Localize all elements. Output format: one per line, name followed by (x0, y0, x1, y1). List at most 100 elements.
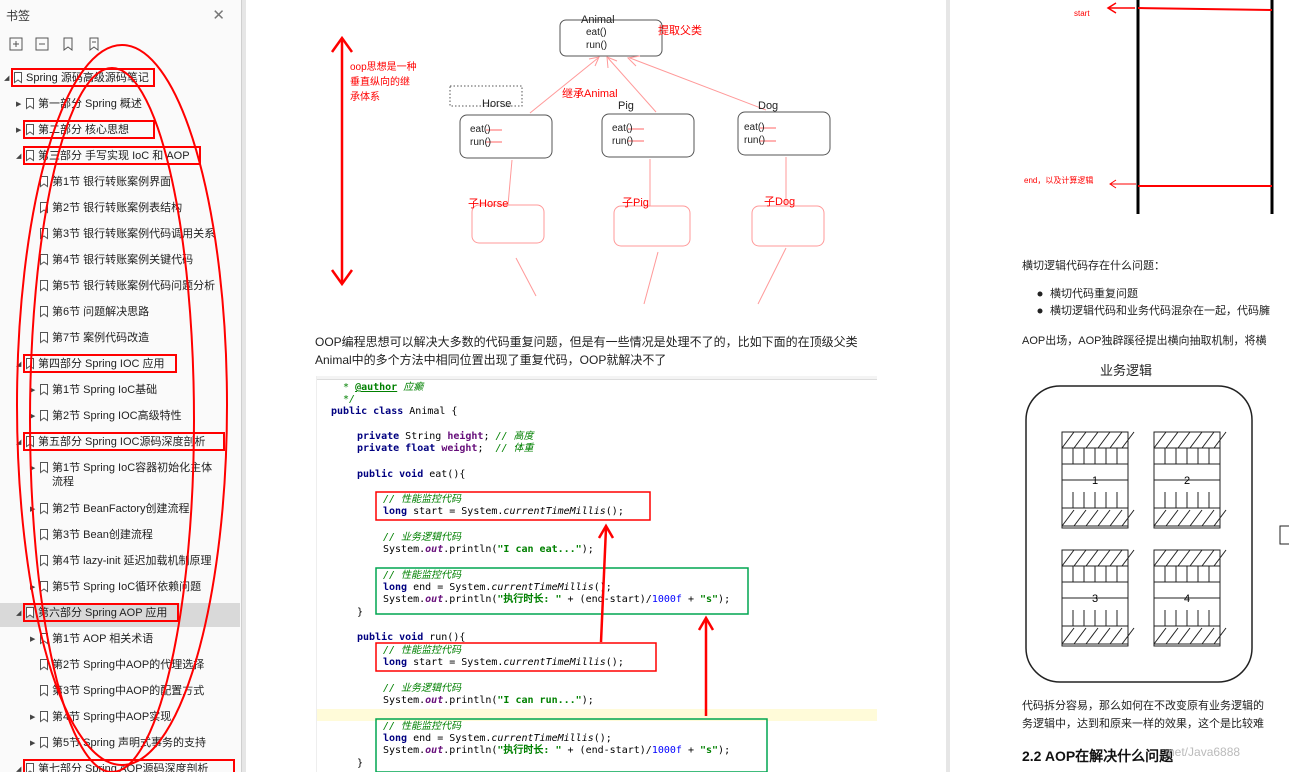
bookmark-item[interactable]: ▶ 第2节 BeanFactory创建流程 (0, 499, 240, 523)
bookmark-item[interactable]: ▶ 第4节 Spring中AOP实现 (0, 707, 240, 731)
bookmark-item[interactable]: ▶ 第1节 AOP 相关术语 (0, 629, 240, 653)
bookmark-item[interactable]: 第3节 Spring中AOP的配置方式 (0, 681, 240, 705)
bookmark-label: 第五部分 Spring IOC源码深度剖析 (38, 436, 206, 448)
aop-intro-text: AOP出场，AOP独辟蹊径提出横向抽取机制，将横 (1022, 335, 1267, 347)
bookmark-label: 第三部分 手写实现 IoC 和 AOP (38, 150, 190, 162)
bookmark-icon (14, 72, 22, 84)
bookmark-item[interactable]: ▶ 第1节 Spring IoC基础 (0, 380, 240, 404)
bookmark-icon (40, 176, 48, 188)
bookmark-icon (40, 462, 48, 474)
bookmark-item[interactable]: 第7节 案例代码改造 (0, 328, 240, 352)
bookmark-icon (26, 607, 34, 619)
bookmark-icon (40, 306, 48, 318)
expand-all-icon[interactable] (8, 36, 24, 52)
expanded-arrow-icon[interactable]: ◢ (4, 74, 9, 82)
expanded-arrow-icon[interactable]: ◢ (16, 609, 21, 617)
add-bookmark-icon[interactable] (60, 36, 76, 52)
expanded-arrow-icon[interactable]: ◢ (16, 152, 21, 160)
bookmark-item[interactable]: 第2节 银行转账案例表结构 (0, 198, 240, 222)
collapsed-arrow-icon[interactable]: ▶ (30, 739, 35, 747)
start-label: start (1074, 9, 1090, 18)
bookmark-item[interactable]: ◢ 第五部分 Spring IOC源码深度剖析 (0, 432, 240, 456)
bookmark-label: 第4节 银行转账案例关键代码 (52, 254, 194, 266)
collapsed-arrow-icon[interactable]: ▶ (30, 713, 35, 721)
business-logic-title: 业务逻辑 (1100, 363, 1153, 378)
bookmark-item[interactable]: 第1节 银行转账案例界面 (0, 172, 240, 196)
end-label: end，以及计算逻辑 (1024, 176, 1094, 185)
bookmark-item[interactable]: 第4节 银行转账案例关键代码 (0, 250, 240, 274)
bookmark-icon (40, 503, 48, 515)
paragraph-line: Animal中的多个方法中相同位置出现了重复代码，OOP就解决不了 (315, 353, 667, 367)
bookmarks-toolbar (0, 30, 241, 58)
bookmark-item[interactable]: 第3节 Bean创建流程 (0, 525, 240, 549)
bottom-text-line: 务逻辑中，达到和原来一样的效果，这个是比较难 (1022, 718, 1264, 730)
watermark: net/Java6888 (1168, 745, 1241, 759)
inherit-animal-label: 继承Animal (562, 88, 618, 100)
bookmark-icon (40, 529, 48, 541)
crosscut-diagram: 1 2 3 4 (1025, 0, 1289, 683)
bookmark-label: 第1节 AOP 相关术语 (52, 633, 154, 645)
bookmark-label: 第二部分 核心思想 (38, 124, 130, 136)
method-label: run() (586, 40, 608, 51)
sub-dog-label: 子Dog (764, 196, 796, 208)
collapsed-arrow-icon[interactable]: ▶ (30, 412, 35, 420)
paragraph-line: OOP编程思想可以解决大多数的代码重复问题，但是有一些情况是处理不了的，比如下面… (315, 335, 858, 349)
bookmark-item[interactable]: 第2节 Spring中AOP的代理选择 (0, 655, 240, 679)
bookmarks-title: 书签 (6, 8, 31, 23)
collapsed-arrow-icon[interactable]: ▶ (30, 386, 35, 394)
bookmark-icon (40, 685, 48, 697)
bookmark-icon (26, 436, 34, 448)
bookmark-label: 第3节 银行转账案例代码调用关系 (52, 228, 216, 240)
expanded-arrow-icon[interactable]: ◢ (16, 438, 21, 446)
collapsed-arrow-icon[interactable]: ▶ (16, 126, 21, 134)
collapsed-arrow-icon[interactable]: ▶ (30, 464, 35, 472)
bookmark-item[interactable]: ◢ 第六部分 Spring AOP 应用 (0, 603, 240, 627)
bookmark-label: 第5节 银行转账案例代码问题分析 (52, 280, 216, 292)
bookmark-label: 第1节 Spring IoC基础 (52, 384, 158, 396)
close-icon[interactable]: ✕ (212, 6, 225, 24)
dog-methods: eat() run() (744, 121, 765, 147)
bullet-item: 横切逻辑代码和业务代码混杂在一起，代码臃 (1050, 305, 1270, 317)
bookmark-label: 第3节 Bean创建流程 (52, 529, 153, 541)
bookmark-item[interactable]: 第4节 lazy-init 延迟加载机制原理 (0, 551, 240, 575)
bookmark-icon (26, 150, 34, 162)
question-text: 横切逻辑代码存在什么问题： (1022, 260, 1165, 272)
collapsed-arrow-icon[interactable]: ▶ (30, 505, 35, 513)
bookmark-icon (40, 384, 48, 396)
bookmark-label: 第5节 Spring IoC循环依赖问题 (52, 581, 202, 593)
bookmark-item[interactable]: ◢ 第三部分 手写实现 IoC 和 AOP (0, 146, 240, 170)
collapsed-arrow-icon[interactable]: ▶ (30, 583, 35, 591)
bookmark-label: 第4节 Spring中AOP实现 (52, 711, 172, 723)
bookmark-options-icon[interactable] (86, 36, 102, 52)
code-annotations (375, 491, 768, 772)
bookmark-item[interactable]: 第5节 银行转账案例代码问题分析 (0, 276, 240, 300)
bookmark-label: 第2节 银行转账案例表结构 (52, 202, 183, 214)
bookmark-label: 第3节 Spring中AOP的配置方式 (52, 685, 205, 697)
collapse-all-icon[interactable] (34, 36, 50, 52)
bookmark-item[interactable]: ◢ 第七部分 Spring AOP源码深度剖析 (0, 759, 240, 772)
bookmark-item[interactable]: ▶ 第5节 Spring 声明式事务的支持 (0, 733, 240, 757)
expanded-arrow-icon[interactable]: ◢ (16, 360, 21, 368)
collapsed-arrow-icon[interactable]: ▶ (16, 100, 21, 108)
dog-class-name: Dog (758, 100, 779, 112)
bookmark-item[interactable]: 第6节 问题解决思路 (0, 302, 240, 326)
bookmark-icon (26, 124, 34, 136)
bookmark-label: 第七部分 Spring AOP源码深度剖析 (38, 763, 209, 772)
bookmark-item[interactable]: ◢ Spring 源码高级源码笔记 (0, 68, 240, 92)
bookmark-label: Spring 源码高级源码笔记 (26, 72, 149, 84)
bookmark-item[interactable]: ◢ 第四部分 Spring IOC 应用 (0, 354, 240, 378)
block-number: 3 (1092, 593, 1098, 605)
bookmark-item[interactable]: ▶ 第一部分 Spring 概述 (0, 94, 240, 118)
bookmark-icon (40, 202, 48, 214)
bookmark-item[interactable]: ▶ 第1节 Spring IoC容器初始化主体流程 (0, 458, 240, 494)
bookmarks-header: 书签 ✕ (0, 0, 241, 30)
expanded-arrow-icon[interactable]: ◢ (16, 765, 21, 772)
method-label: eat() (612, 123, 633, 134)
bookmark-icon (40, 332, 48, 344)
bookmark-item[interactable]: ▶ 第2节 Spring IOC高级特性 (0, 406, 240, 430)
bookmark-item[interactable]: 第3节 银行转账案例代码调用关系 (0, 224, 240, 248)
bookmark-item[interactable]: ▶ 第二部分 核心思想 (0, 120, 240, 144)
bookmark-item[interactable]: ▶ 第5节 Spring IoC循环依赖问题 (0, 577, 240, 601)
bookmark-label: 第1节 银行转账案例界面 (52, 176, 172, 188)
collapsed-arrow-icon[interactable]: ▶ (30, 635, 35, 643)
